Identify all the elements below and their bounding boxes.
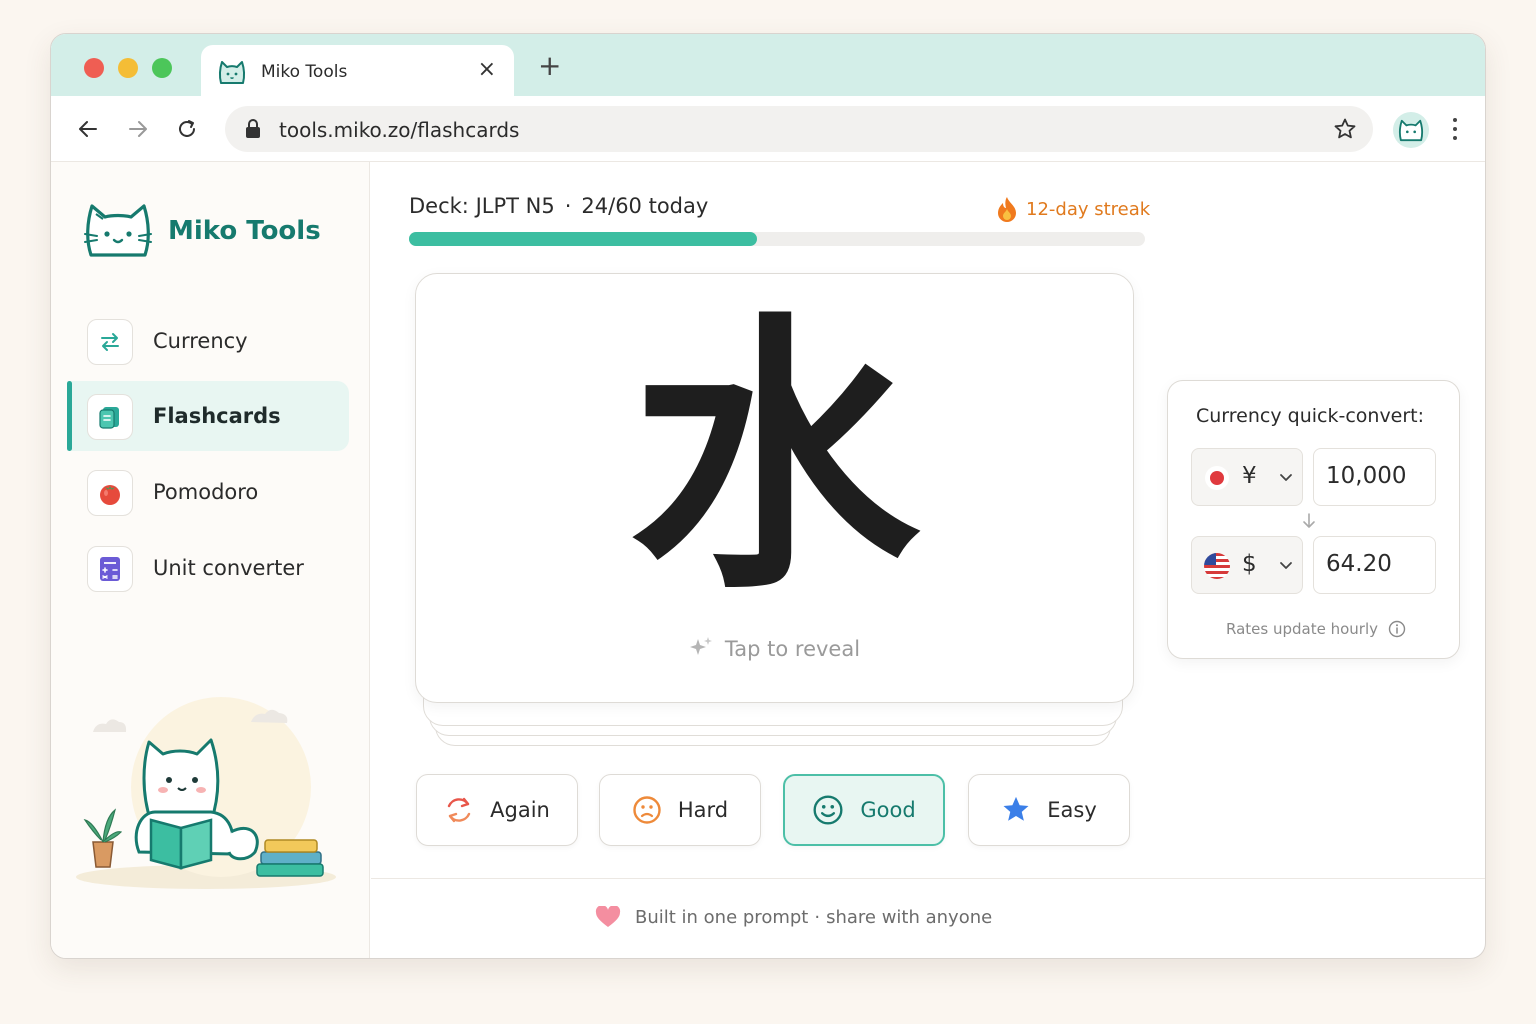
smile-face-icon <box>813 795 843 825</box>
forward-arrow-icon[interactable] <box>123 114 153 144</box>
japan-flag-icon <box>1205 466 1229 490</box>
deck-progress-fill <box>409 232 758 246</box>
calculator-icon <box>87 546 133 592</box>
sidebar-item-unit-converter[interactable]: Unit converter <box>67 533 349 603</box>
tab-close-icon[interactable]: × <box>478 57 496 83</box>
grade-label: Hard <box>677 798 729 822</box>
rates-note-text: Rates update hourly <box>1226 620 1378 638</box>
deck-progress-bar <box>409 232 1145 246</box>
profile-avatar[interactable] <box>1393 112 1429 148</box>
again-button[interactable]: Again <box>416 774 578 846</box>
new-tab-button[interactable]: + <box>538 52 561 80</box>
cat-avatar-icon <box>1398 119 1424 142</box>
fire-icon <box>998 197 1016 222</box>
tab-title: Miko Tools <box>261 62 348 82</box>
footer-right-text: share with anyone <box>826 906 993 928</box>
url-text: tools.miko.zo/flashcards <box>279 118 520 142</box>
browser-tab[interactable]: Miko Tools × <box>201 45 514 96</box>
to-amount-output[interactable]: 64.20 <box>1313 536 1436 594</box>
hard-button[interactable]: Hard <box>599 774 761 846</box>
arrow-down-icon <box>1303 513 1315 528</box>
frown-face-icon <box>633 796 661 824</box>
currency-quick-convert: Currency quick-convert: ¥ 10,000 $ 64.20… <box>1167 380 1460 659</box>
info-icon[interactable] <box>1388 620 1406 638</box>
flashcards-icon <box>87 394 133 440</box>
footer-left-text: Built in one prompt <box>635 906 809 928</box>
browser-window: Miko Tools × + tools.miko.zo/flashcards <box>50 33 1486 959</box>
cat-favicon-icon <box>218 61 246 84</box>
today-count: 24/60 today <box>581 194 709 218</box>
sidebar-item-label: Flashcards <box>153 404 281 428</box>
from-amount-input[interactable]: 10,000 <box>1313 448 1436 506</box>
sidebar-item-pomodoro[interactable]: Pomodoro <box>67 457 349 527</box>
chevron-down-icon <box>1280 562 1292 569</box>
sidebar: Miko Tools Currency Flashcards Pomodoro … <box>51 162 370 958</box>
chevron-down-icon <box>1280 474 1292 481</box>
deck-header: Deck: JLPT N5 · 24/60 today <box>409 194 709 218</box>
more-menu-icon[interactable] <box>1447 114 1463 144</box>
footer-divider <box>371 878 1485 879</box>
reload-icon[interactable] <box>172 114 202 144</box>
tap-to-reveal[interactable]: Tap to reveal <box>416 636 1133 661</box>
tab-strip: Miko Tools × + <box>51 34 1485 96</box>
lock-icon <box>246 119 260 138</box>
from-currency-select[interactable]: ¥ <box>1191 448 1303 506</box>
back-arrow-icon[interactable] <box>73 114 103 144</box>
deck-label: Deck: <box>409 194 469 218</box>
us-flag-icon <box>1204 553 1230 579</box>
address-bar[interactable]: tools.miko.zo/flashcards <box>225 106 1373 152</box>
flashcard[interactable]: 水 Tap to reveal <box>415 273 1134 703</box>
grade-label: Easy <box>1047 798 1097 822</box>
easy-button[interactable]: Easy <box>968 774 1130 846</box>
to-currency-symbol: $ <box>1242 551 1257 577</box>
sidebar-item-label: Unit converter <box>153 556 304 580</box>
from-currency-symbol: ¥ <box>1242 463 1257 489</box>
close-window-button[interactable] <box>84 58 104 78</box>
arrows-swap-icon <box>87 319 133 365</box>
star-icon <box>1003 796 1029 821</box>
bookmark-star-icon[interactable] <box>1333 117 1357 141</box>
streak-label: 12-day streak <box>1026 198 1151 220</box>
flashcard-kanji: 水 <box>629 288 920 628</box>
footer: Built in one prompt · share with anyone <box>595 906 992 928</box>
heart-icon <box>595 906 621 927</box>
good-button[interactable]: Good <box>783 774 945 846</box>
reveal-hint: Tap to reveal <box>724 637 861 661</box>
to-currency-select[interactable]: $ <box>1191 536 1303 594</box>
refresh-icon <box>447 797 471 823</box>
tomato-icon <box>87 470 133 516</box>
sparkle-icon <box>689 637 712 655</box>
grade-label: Good <box>860 798 916 822</box>
sidebar-item-label: Currency <box>153 329 248 353</box>
sidebar-item-flashcards[interactable]: Flashcards <box>67 381 349 451</box>
maximize-window-button[interactable] <box>152 58 172 78</box>
deck-name: JLPT N5 <box>475 194 555 218</box>
sidebar-item-currency[interactable]: Currency <box>67 306 349 376</box>
grade-label: Again <box>490 798 550 822</box>
minimize-window-button[interactable] <box>118 58 138 78</box>
converter-title: Currency quick-convert: <box>1196 405 1425 427</box>
cat-reading-illustration <box>76 697 336 889</box>
cat-logo-icon <box>84 204 152 257</box>
brand-name: Miko Tools <box>168 216 321 246</box>
rates-note: Rates update hourly <box>1226 620 1406 638</box>
browser-toolbar: tools.miko.zo/flashcards <box>51 96 1485 162</box>
sidebar-item-label: Pomodoro <box>153 480 259 504</box>
streak-badge: 12-day streak <box>996 196 1150 222</box>
